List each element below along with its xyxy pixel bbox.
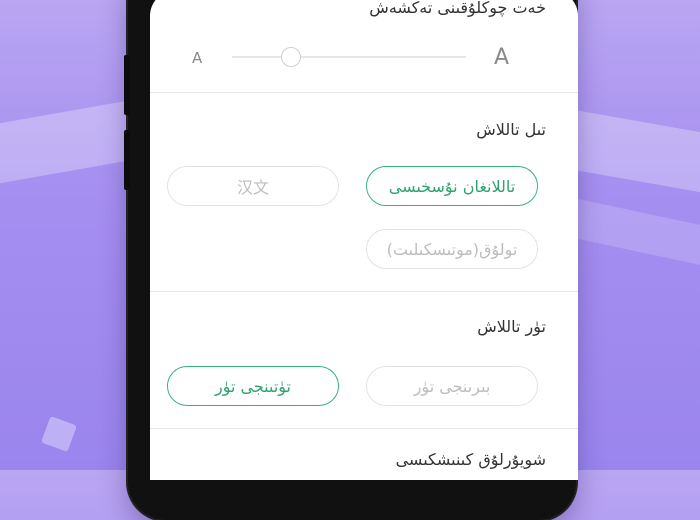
divider — [150, 428, 578, 429]
volume-button — [124, 55, 130, 115]
theme-option-first[interactable]: بىرىنجى تۈر — [366, 366, 538, 406]
language-title: تىل تاللاش — [476, 120, 546, 139]
divider — [150, 92, 578, 93]
next-section-title: شويۇرلۇق كىنىشكىسى — [395, 450, 546, 469]
theme-title: تۈر تاللاش — [477, 317, 546, 336]
background-square — [41, 416, 77, 452]
background-band — [560, 195, 700, 265]
language-option-selected[interactable]: تاللانغان نۇسخىسى — [366, 166, 538, 206]
volume-button — [124, 130, 130, 190]
font-size-slider[interactable] — [232, 56, 466, 58]
font-size-slider-thumb[interactable] — [280, 47, 301, 67]
theme-option-second[interactable]: تۈتىنجى تۈر — [167, 366, 339, 406]
language-option-full[interactable]: تولۇق(موتىسكىلىت) — [366, 229, 538, 269]
font-large-label: A — [494, 45, 510, 70]
divider — [150, 291, 578, 292]
font-small-label: A — [192, 49, 203, 67]
language-option-chinese[interactable]: 汉文 — [167, 166, 339, 206]
font-size-title: خەت چوكلۇقىنى تەكشەش — [369, 0, 546, 17]
settings-screen: خەت چوكلۇقىنى تەكشەش A A تىل تاللاش تالل… — [150, 0, 578, 480]
